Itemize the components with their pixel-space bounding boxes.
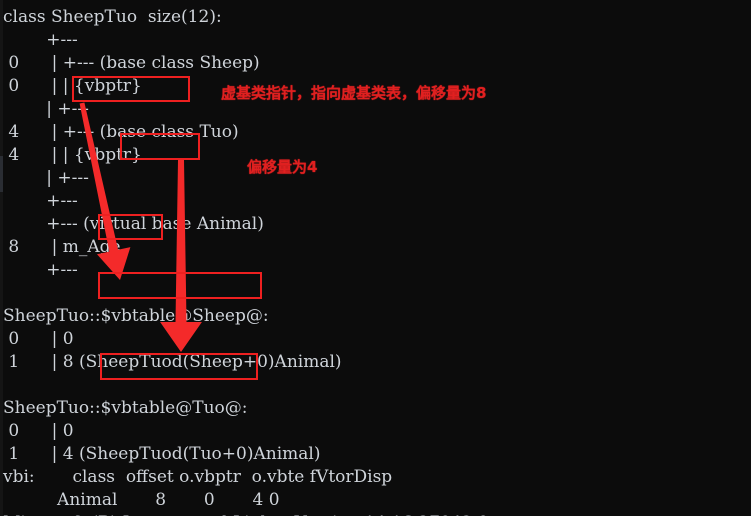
note-vbptr-tuo: 偏移量为4 xyxy=(247,158,318,176)
console-line: 0 | 0 xyxy=(3,329,74,349)
note-vbptr-sheep: 虚基类指针，指向虚基类表，偏移量为8 xyxy=(221,84,487,102)
console-line: 4 | +--- (base class Tuo) xyxy=(3,122,239,142)
console-line: Animal 8 0 4 0 xyxy=(3,490,280,510)
console-line: 0 | 0 xyxy=(3,421,74,441)
console-window: class SheepTuo size(12): +--- 0 | +--- (… xyxy=(0,0,751,516)
console-line: 1 | 4 (SheepTuod(Tuo+0)Animal) xyxy=(3,444,321,464)
console-line: +--- (virtual base Animal) xyxy=(3,214,264,234)
console-line: 0 | +--- (base class Sheep) xyxy=(3,53,260,73)
console-line: class SheepTuo size(12): xyxy=(3,7,222,27)
console-line: +--- xyxy=(3,260,78,280)
console-line: SheepTuo::$vbtable@Tuo@: xyxy=(3,398,248,418)
console-line: +--- xyxy=(3,30,78,50)
console-line: +--- xyxy=(3,191,78,211)
console-line: 1 | 8 (SheepTuod(Sheep+0)Animal) xyxy=(3,352,342,372)
console-line: vbi: class offset o.vbptr o.vbte fVtorDi… xyxy=(3,467,393,487)
console-line: SheepTuo::$vbtable@Sheep@: xyxy=(3,306,269,326)
console-line: Microsoft (R) Incremental Linker Version… xyxy=(3,512,501,516)
console-line: 8 | m_Age xyxy=(3,237,121,257)
